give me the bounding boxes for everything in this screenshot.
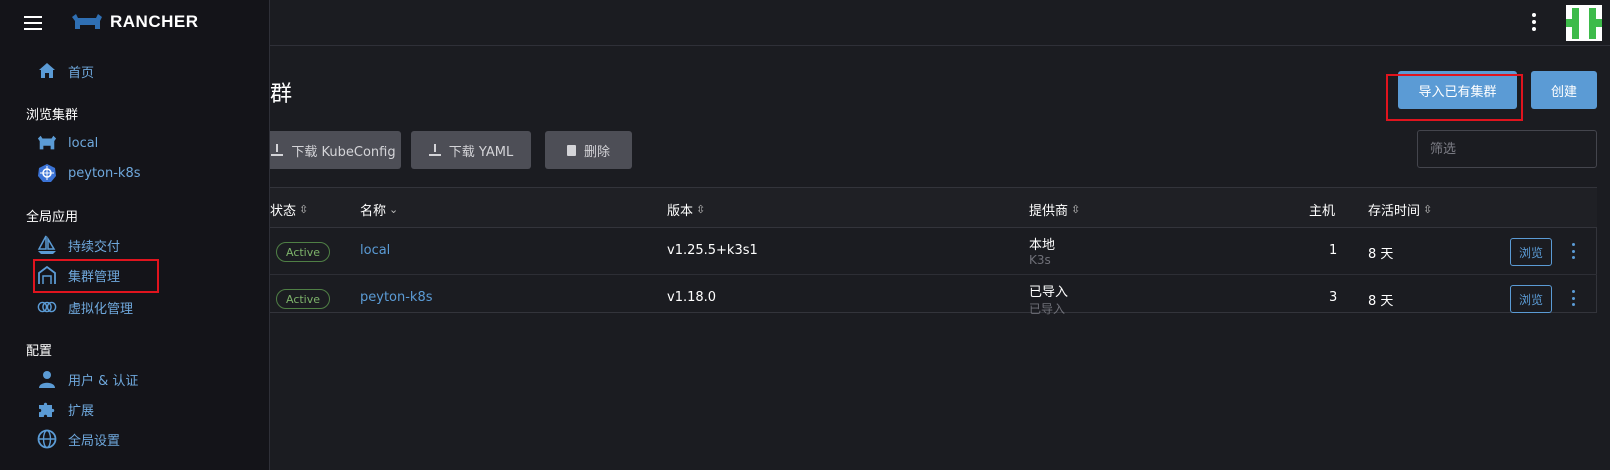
sidebar-item-label: 扩展 [68, 403, 95, 419]
sort-down-icon: ⌄ [389, 203, 399, 216]
sidebar-item-label: 用户 & 认证 [68, 373, 139, 389]
download-icon [271, 144, 284, 156]
puzzle-icon [37, 399, 57, 419]
cluster-name-link[interactable]: local [360, 243, 390, 258]
rancher-logo[interactable]: RANCHER [70, 12, 199, 32]
sidebar-item-home[interactable]: 首页 [37, 61, 94, 81]
sidebar-header: RANCHER [0, 0, 270, 46]
provider-cell: 已导入 已导入 [1029, 281, 1068, 317]
column-provider[interactable]: 提供商 ⇳ [1029, 200, 1080, 219]
filter-input[interactable] [1417, 130, 1597, 168]
provider-cell: 本地 K3s [1029, 234, 1055, 267]
avatar[interactable] [1566, 5, 1602, 41]
sort-icon: ⇳ [696, 203, 706, 216]
sidebar-item-label: 首页 [68, 65, 95, 81]
provider-sub: K3s [1029, 253, 1051, 267]
create-button[interactable]: 创建 [1531, 71, 1597, 109]
column-status[interactable]: 状态 ⇳ [270, 200, 308, 219]
hosts-count: 1 [1329, 243, 1338, 258]
download-yaml-label: 下载 YAML [448, 144, 514, 160]
column-hosts: 主机 [1309, 204, 1336, 219]
table-header: 状态 ⇳ 名称 ⌄ 版本 ⇳ 提供商 ⇳ 主机 存活时间 ⇳ [264, 188, 1597, 228]
sidebar-item-label: local [68, 135, 99, 151]
highlight-box [1386, 74, 1523, 121]
highlight-box [33, 259, 159, 293]
row-actions-icon[interactable] [1570, 243, 1576, 259]
page-title: 群 [270, 82, 293, 107]
version-text: v1.18.0 [667, 290, 717, 305]
clusters-table: 状态 ⇳ 名称 ⌄ 版本 ⇳ 提供商 ⇳ 主机 存活时间 ⇳ Active local v… [264, 187, 1597, 316]
sidebar-item-label: 全局设置 [68, 433, 121, 449]
sailboat-icon [37, 235, 57, 255]
sidebar-item-label: 虚拟化管理 [68, 301, 134, 317]
group-label-explore: 浏览集群 [26, 108, 79, 123]
sidebar-item-local[interactable]: local [37, 133, 98, 153]
cluster-name-link[interactable]: peyton-k8s [360, 290, 433, 305]
sidebar-item-label: peyton-k8s [68, 165, 141, 181]
row-actions-icon[interactable] [1570, 290, 1576, 306]
browse-button[interactable]: 浏览 [1510, 285, 1552, 313]
menu-icon[interactable] [24, 16, 42, 30]
sort-icon: ⇳ [1423, 203, 1433, 216]
age-text: 8 天 [1368, 247, 1394, 262]
age-text: 8 天 [1368, 294, 1394, 309]
download-yaml-button[interactable]: 下载 YAML [411, 131, 531, 169]
hosts-count: 3 [1329, 290, 1338, 305]
kubernetes-icon [37, 163, 57, 183]
delete-label: 删除 [583, 144, 610, 160]
sidebar-item-global-settings[interactable]: 全局设置 [37, 429, 120, 449]
home-icon [37, 61, 57, 81]
sidebar: RANCHER 首页 浏览集群 local peyton-k8s 全局应用 持续… [0, 0, 270, 470]
logo-text: RANCHER [110, 12, 199, 31]
status-badge: Active [276, 242, 330, 262]
cow-icon [37, 133, 57, 153]
sort-icon: ⇳ [299, 203, 309, 216]
sidebar-item-virtualization[interactable]: 虚拟化管理 [37, 297, 133, 317]
column-version[interactable]: 版本 ⇳ [667, 200, 705, 219]
column-name[interactable]: 名称 ⌄ [360, 200, 398, 219]
sort-icon: ⇳ [1071, 203, 1081, 216]
sidebar-item-peyton-k8s[interactable]: peyton-k8s [37, 163, 141, 183]
download-kubeconfig-button[interactable]: 下载 KubeConfig [266, 131, 401, 169]
delete-button[interactable]: 删除 [545, 131, 632, 169]
sidebar-item-label: 持续交付 [68, 239, 121, 255]
harvester-icon [37, 297, 57, 317]
download-icon [428, 144, 441, 156]
sidebar-item-users-auth[interactable]: 用户 & 认证 [37, 369, 138, 389]
more-options-icon[interactable] [1527, 10, 1541, 34]
version-text: v1.25.5+k3s1 [667, 243, 758, 258]
rancher-cow-icon [72, 14, 102, 29]
column-age[interactable]: 存活时间 ⇳ [1368, 200, 1432, 219]
table-row: Active peyton-k8s v1.18.0 已导入 已导入 3 8 天 … [264, 275, 1597, 322]
provider-name: 本地 [1029, 238, 1056, 253]
globe-icon [37, 429, 57, 449]
provider-name: 已导入 [1029, 285, 1069, 300]
trash-icon [566, 144, 576, 156]
download-kubeconfig-label: 下载 KubeConfig [291, 144, 396, 160]
group-label-global-apps: 全局应用 [26, 210, 79, 225]
group-label-config: 配置 [26, 344, 53, 359]
sidebar-item-continuous-delivery[interactable]: 持续交付 [37, 235, 120, 255]
user-icon [37, 369, 57, 389]
provider-sub: 已导入 [1029, 302, 1066, 316]
sidebar-item-extensions[interactable]: 扩展 [37, 399, 94, 419]
status-badge: Active [276, 289, 330, 309]
browse-button[interactable]: 浏览 [1510, 238, 1552, 266]
table-row: Active local v1.25.5+k3s1 本地 K3s 1 8 天 浏… [264, 228, 1597, 275]
